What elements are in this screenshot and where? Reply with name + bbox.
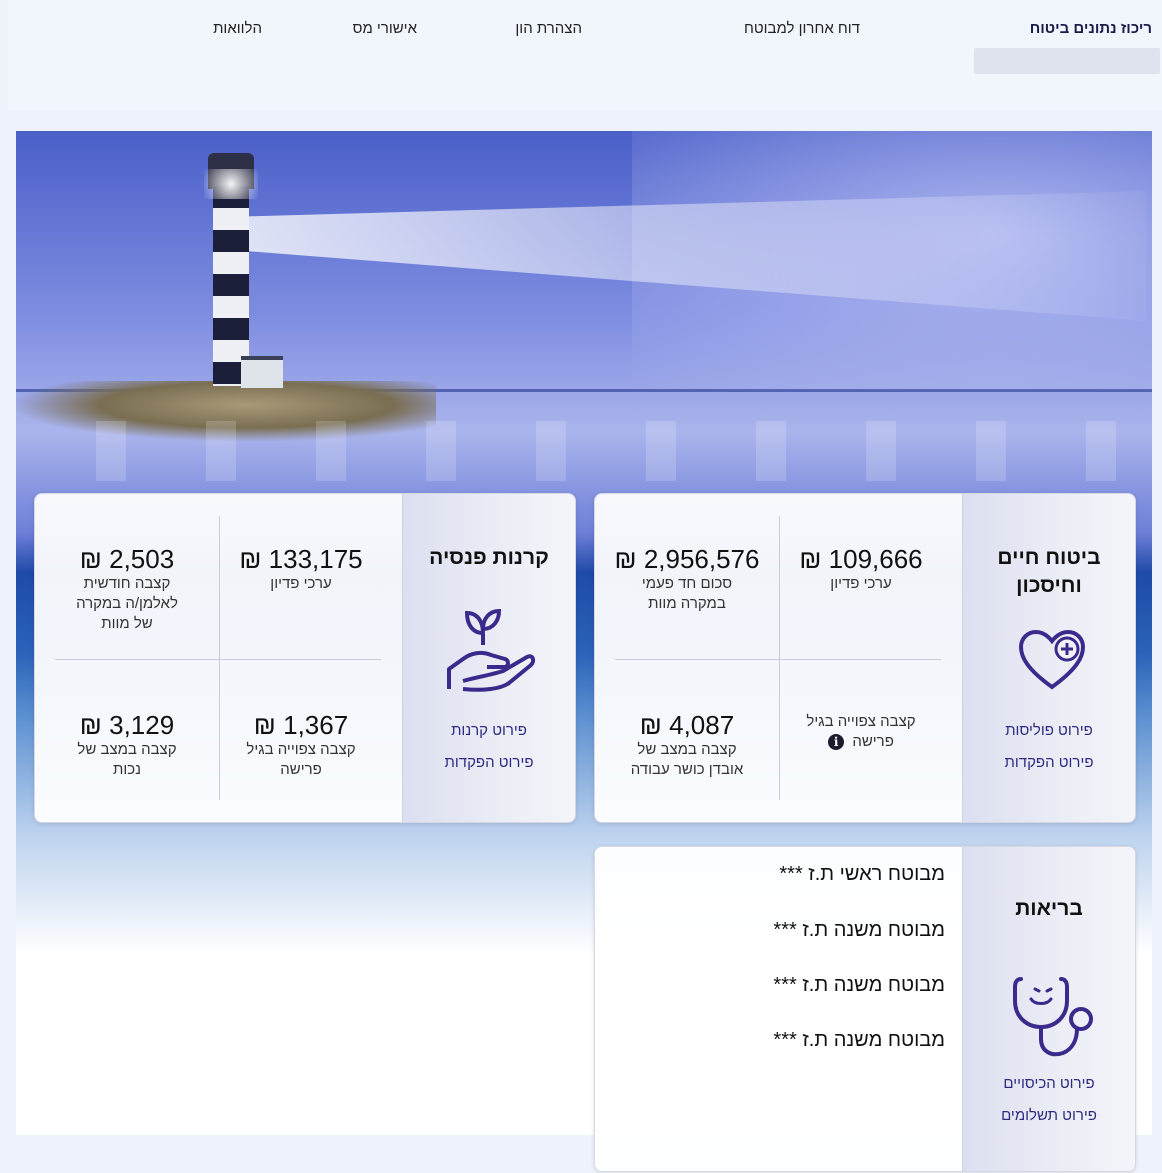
pension-retirement-amount: 1,367 ₪ [253,710,349,740]
life-disability-pension: 4,087 ₪ קצבה במצב של אובדן כושר עבודה [595,710,779,780]
tab-loans[interactable]: הלוואות [213,20,262,37]
pension-retirement-label-2: פרישה [280,761,322,778]
life-disability-amount: 4,087 ₪ [639,710,735,740]
health-card: בריאות פירוט הכיסויים פירוט תשלומים מבוט… [594,846,1136,1172]
life-death-benefit: 2,956,576 ₪ סכום חד פעמי במקרה מוות [595,544,779,614]
pension-widow-label-3: של מוות [101,615,153,632]
life-card-side: ביטוח חיים וחיסכון פירוט פוליסות פירוט ה… [962,494,1135,822]
pension-disability-amount: 3,129 ₪ [79,710,175,740]
life-disability-label-2: אובדן כושר עבודה [630,761,744,778]
life-policies-link[interactable]: פירוט פוליסות [963,722,1135,739]
lighthouse-house [241,356,283,388]
pension-widow-amount: 2,503 ₪ [79,544,175,574]
pension-disability-label-2: נכות [113,761,141,778]
health-card-side: בריאות פירוט הכיסויים פירוט תשלומים [962,847,1135,1171]
health-coverages-link[interactable]: פירוט הכיסויים [963,1075,1135,1092]
tab-capital-declaration[interactable]: הצהרת הון [515,20,582,37]
health-payments-link[interactable]: פירוט תשלומים [963,1107,1135,1124]
lighthouse-lamp [204,169,258,199]
info-icon[interactable]: i [828,734,845,751]
pension-funds-card: קרנות פנסיה פירוט קרנות פירוט הפקדות 133… [34,493,576,823]
life-title-line1: ביטוח חיים [997,546,1101,569]
pension-deposits-link[interactable]: פירוט הפקדות [403,754,575,771]
hand-plant-icon [447,608,536,692]
heart-plus-icon [1018,629,1086,690]
pension-funds-link[interactable]: פירוט קרנות [403,722,575,739]
pension-retirement-label-1: קצבה צפוייה בגיל [246,741,356,758]
pension-disability-pension: 3,129 ₪ קצבה במצב של נכות [35,710,219,780]
life-retirement-label-2: פרישה [852,733,894,750]
pension-divider-h [55,659,381,660]
waves [16,421,1152,481]
tab-insurance-summary[interactable]: ריכוז נתונים ביטוח [1030,20,1152,37]
active-tab-indicator [974,48,1160,74]
secondary-insured-row-3: מבוטח משנה ת.ז *** [773,1029,945,1051]
life-divider-h [615,659,941,660]
secondary-insured-row-1: מבוטח משנה ת.ז *** [773,919,945,941]
life-surrender-amount: 109,666 ₪ [799,544,923,574]
life-death-label-1: סכום חד פעמי [641,575,733,592]
life-retirement-label-2-wrap: פרישה i [769,732,953,752]
health-card-title: בריאות [1015,897,1083,920]
life-deposits-link[interactable]: פירוט הפקדות [963,754,1135,771]
stethoscope-icon [1013,977,1093,1057]
top-navigation: ריכוז נתונים ביטוח דוח אחרון למבוטח הצהר… [8,0,1162,110]
secondary-insured-row-2: מבוטח משנה ת.ז *** [773,974,945,996]
pension-retirement-pension: 1,367 ₪ קצבה צפוייה בגיל פרישה [209,710,393,780]
tab-tax-approvals[interactable]: אישורי מס [353,20,417,37]
life-death-amount: 2,956,576 ₪ [614,544,760,574]
pension-widow-pension: 2,503 ₪ קצבה חודשית לאלמן/ה במקרה של מוו… [35,544,219,634]
main-insured-row: מבוטח ראשי ת.ז *** [779,863,945,885]
pension-widow-label-2: לאלמן/ה במקרה [76,595,178,612]
life-disability-label-1: קצבה במצב של [637,741,737,758]
life-surrender-value: 109,666 ₪ ערכי פדיון [769,544,953,594]
tab-last-report[interactable]: דוח אחרון למבוטח [744,20,860,37]
pension-disability-label-1: קצבה במצב של [77,741,177,758]
life-card-title: ביטוח חיים וחיסכון [963,544,1135,600]
life-death-label-2: במקרה מוות [648,595,726,612]
pension-card-side: קרנות פנסיה פירוט קרנות פירוט הפקדות [402,494,575,822]
life-surrender-label: ערכי פדיון [830,575,892,592]
pension-surrender-label: ערכי פדיון [270,575,332,592]
pension-surrender-value: 133,175 ₪ ערכי פדיון [209,544,393,594]
pension-card-title: קרנות פנסיה [429,546,549,569]
life-title-line2: וחיסכון [1016,574,1082,597]
pension-surrender-amount: 133,175 ₪ [239,544,363,574]
life-retirement-label-1: קצבה צפוייה בגיל [806,713,916,730]
life-insurance-card: ביטוח חיים וחיסכון פירוט פוליסות פירוט ה… [594,493,1136,823]
pension-widow-label-1: קצבה חודשית [83,575,171,592]
life-retirement-pension: קצבה צפוייה בגיל פרישה i [769,712,953,752]
